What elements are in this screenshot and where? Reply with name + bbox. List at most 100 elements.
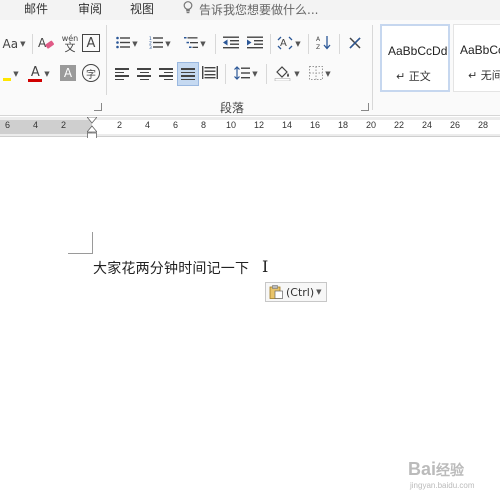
clear-formatting-button[interactable]: A: [36, 33, 58, 55]
show-marks-button[interactable]: [344, 33, 366, 55]
character-border-label: A: [86, 35, 96, 51]
svg-text:A: A: [280, 38, 287, 49]
paste-options-button[interactable]: (Ctrl) ▼: [265, 282, 327, 302]
center-icon: [137, 68, 151, 80]
document-canvas[interactable]: [0, 138, 500, 500]
ribbon-home: Aa ▼ A wén 文 A ▼ 1 2 3 ▼ ▼ A ▼ AZ ▼ A ▼ …: [0, 20, 500, 116]
sort-button[interactable]: AZ: [313, 33, 335, 55]
horizontal-ruler[interactable]: 6 4 2 2 4 6 8 10 12 14 16 18 20 22 24 26…: [0, 117, 500, 137]
borders-icon: [309, 65, 324, 83]
ribbon-tab-bar: 邮件 审阅 视图 告诉我您想要做什么...: [0, 0, 500, 20]
eraser-icon: A: [38, 35, 56, 54]
style-name: ↵ 无间: [468, 69, 500, 82]
shading-button[interactable]: ▼: [272, 63, 302, 85]
character-shading-button[interactable]: A: [60, 65, 76, 81]
ruler-tick: 20: [366, 120, 377, 130]
separator: [339, 34, 340, 54]
line-spacing-button[interactable]: ▼: [230, 63, 262, 85]
watermark-brand: Bai: [408, 459, 437, 479]
ruler-tick: 28: [478, 120, 489, 130]
group-separator: [106, 25, 107, 95]
numbering-button[interactable]: 1 2 3 ▼: [145, 33, 175, 55]
svg-text:Z: Z: [316, 44, 320, 50]
separator: [215, 34, 216, 54]
ruler-left-margin: [0, 120, 92, 134]
paragraph-dialog-launcher[interactable]: [361, 103, 369, 111]
styles-gallery: AaBbCcDd ↵ 正文 AaBbCcDd ↵ 无间: [375, 24, 500, 94]
enclose-characters-button[interactable]: 字: [82, 64, 100, 82]
watermark-url: jingyan.baidu.com: [410, 481, 475, 490]
svg-text:3: 3: [149, 45, 152, 49]
text-boundary-corner: [68, 232, 93, 254]
phonetic-guide-char: 文: [64, 41, 76, 54]
style-sample: AaBbCcDd: [388, 44, 448, 58]
style-sample: AaBbCcDd: [460, 43, 500, 57]
ibeam-cursor-icon: I: [262, 257, 269, 276]
align-right-button[interactable]: [156, 63, 176, 85]
distributed-button[interactable]: [200, 63, 220, 85]
tab-view[interactable]: 视图: [130, 1, 154, 17]
ruler-tick: 2: [61, 120, 67, 130]
style-no-spacing[interactable]: AaBbCcDd ↵ 无间: [453, 24, 500, 92]
ruler-tick: 12: [254, 120, 265, 130]
style-normal[interactable]: AaBbCcDd ↵ 正文: [380, 24, 450, 92]
distributed-icon: [202, 66, 218, 82]
enclose-characters-label: 字: [86, 69, 96, 81]
font-color-bar: [28, 78, 43, 82]
tell-me-search[interactable]: 告诉我您想要做什么...: [183, 1, 318, 18]
chinese-layout-icon: A: [277, 36, 293, 53]
watermark-suffix: 经验: [436, 462, 465, 478]
borders-button[interactable]: ▼: [305, 63, 335, 85]
font-color-label: A: [30, 64, 40, 80]
ruler-tick: 22: [394, 120, 405, 130]
lightbulb-icon: [183, 1, 195, 18]
ruler-tick: 10: [226, 120, 237, 130]
separator: [270, 34, 271, 54]
chinese-layout-button[interactable]: A ▼: [274, 33, 304, 55]
shading-icon: [274, 65, 292, 84]
highlight-color-bar: [3, 77, 12, 81]
watermark-logo: Bai经验: [408, 459, 464, 480]
line-spacing-icon: [234, 65, 251, 83]
highlight-color-button[interactable]: ▼: [0, 63, 22, 85]
align-left-icon: [115, 68, 129, 80]
document-text[interactable]: 大家花两分钟时间记一下: [93, 258, 249, 278]
ruler-tick: 18: [338, 120, 349, 130]
separator: [308, 34, 309, 54]
center-button[interactable]: [134, 63, 154, 85]
ruler-tick: 14: [282, 120, 293, 130]
bullets-icon: [116, 36, 131, 52]
paragraph-group-label: 段落: [220, 101, 245, 115]
multilevel-list-button[interactable]: ▼: [180, 33, 210, 55]
tab-mailings[interactable]: 邮件: [24, 1, 48, 17]
ruler-tick: 8: [201, 120, 207, 130]
increase-indent-button[interactable]: [244, 33, 266, 55]
font-color-button[interactable]: A ▼: [26, 63, 52, 85]
ruler-tick: 2: [117, 120, 123, 130]
phonetic-guide-button[interactable]: wén 文: [60, 32, 80, 54]
tab-review[interactable]: 审阅: [78, 1, 102, 17]
multilevel-list-icon: [184, 36, 199, 52]
character-border-button[interactable]: A: [82, 34, 100, 52]
decrease-indent-icon: [223, 36, 239, 52]
svg-text:A: A: [316, 36, 321, 43]
sort-icon: AZ: [316, 35, 332, 53]
ruler-tick: 24: [422, 120, 433, 130]
align-left-button[interactable]: [112, 63, 132, 85]
justify-icon: [181, 68, 195, 80]
numbering-icon: 123: [149, 36, 164, 52]
clipboard-icon: [269, 285, 283, 299]
tell-me-text: 告诉我您想要做什么...: [199, 3, 319, 17]
character-shading-label: A: [63, 66, 73, 80]
bullets-button[interactable]: ▼: [112, 33, 142, 55]
font-dialog-launcher[interactable]: [94, 103, 102, 111]
justify-button[interactable]: [177, 62, 199, 86]
decrease-indent-button[interactable]: [220, 33, 242, 55]
style-name: ↵ 正文: [396, 70, 431, 83]
ruler-tick: 4: [33, 120, 39, 130]
align-right-icon: [159, 68, 173, 80]
increase-indent-icon: [247, 36, 263, 52]
change-case-button[interactable]: Aa ▼: [0, 33, 28, 55]
ruler-tick: 4: [145, 120, 151, 130]
paste-options-label: (Ctrl): [286, 285, 315, 299]
